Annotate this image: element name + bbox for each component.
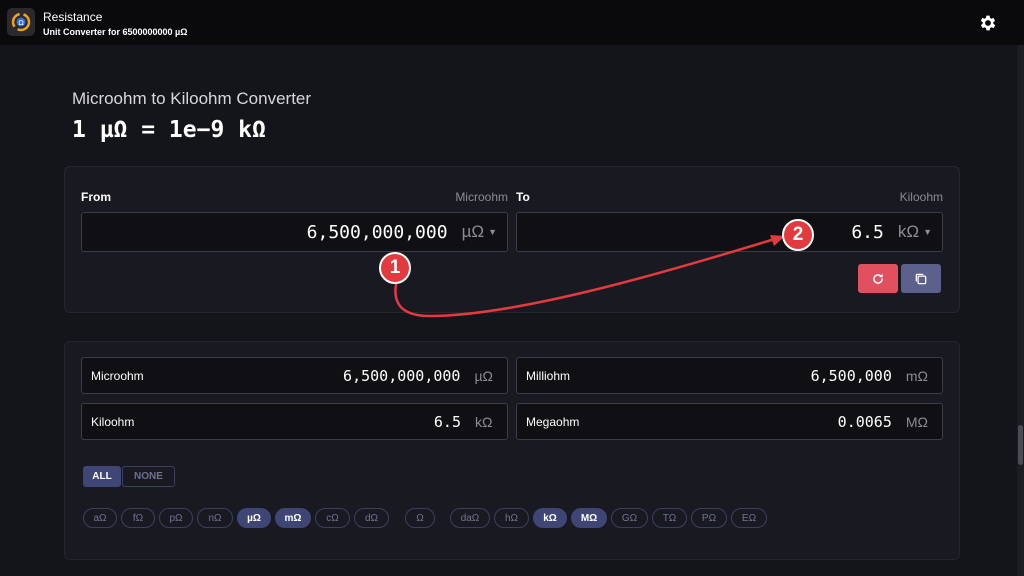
result-name: Microohm — [91, 368, 144, 383]
from-unit-name: Microohm — [455, 190, 508, 204]
result-name: Megaohm — [526, 414, 580, 429]
page-heading: Microohm to Kiloohm Converter — [72, 89, 312, 108]
unit-chip[interactable]: nΩ — [197, 508, 233, 528]
unit-chip[interactable]: dΩ — [354, 508, 389, 528]
unit-chip[interactable]: MΩ — [571, 508, 607, 528]
result-name: Milliohm — [526, 368, 571, 383]
result-row-microohm[interactable]: Microohm 6,500,000,000 µΩ — [81, 357, 508, 394]
app-subtitle: Unit Converter for 6500000000 µΩ — [43, 27, 188, 37]
unit-chip[interactable]: Ω — [405, 508, 435, 528]
annotation-marker-1: 1 — [379, 252, 411, 284]
copy-button[interactable] — [901, 264, 941, 293]
unit-chip[interactable]: EΩ — [731, 508, 767, 528]
unit-chip[interactable]: pΩ — [159, 508, 193, 528]
unit-chip[interactable]: fΩ — [121, 508, 155, 528]
result-row-kiloohm[interactable]: Kiloohm 6.5 kΩ — [81, 403, 508, 440]
result-unit: µΩ — [474, 367, 493, 384]
result-row-milliohm[interactable]: Milliohm 6,500,000 mΩ — [516, 357, 943, 394]
unit-chip[interactable]: µΩ — [237, 508, 271, 528]
to-label: To — [516, 190, 530, 204]
scrollbar[interactable] — [1017, 45, 1024, 576]
from-value[interactable]: 6,500,000,000 — [307, 222, 448, 243]
to-input[interactable]: 6.5 kΩ ▼ — [516, 212, 943, 252]
from-label: From — [81, 190, 111, 204]
reset-icon — [873, 273, 883, 284]
annotation-marker-2: 2 — [782, 219, 814, 251]
resistance-app-icon: Ω — [7, 8, 35, 36]
copy-icon — [915, 273, 927, 284]
result-value: 6.5 — [433, 412, 461, 431]
chevron-down-icon[interactable]: ▼ — [488, 227, 497, 237]
app-title: Resistance — [43, 10, 103, 24]
gear-icon[interactable] — [977, 12, 999, 34]
to-unit-name: Kiloohm — [899, 190, 943, 204]
title-bar: Ω Resistance Unit Converter for 65000000… — [0, 0, 1024, 45]
result-name: Kiloohm — [91, 414, 135, 429]
conversion-equation: 1 µΩ = 1e−9 kΩ — [72, 117, 266, 143]
unit-chip[interactable]: PΩ — [691, 508, 727, 528]
unit-chip[interactable]: daΩ — [450, 508, 490, 528]
result-value: 6,500,000,000 — [343, 366, 461, 385]
scrollbar-thumb[interactable] — [1018, 425, 1023, 465]
svg-text:Ω: Ω — [18, 19, 24, 27]
unit-chip[interactable]: GΩ — [611, 508, 648, 528]
result-unit: mΩ — [905, 367, 928, 384]
unit-chip[interactable]: mΩ — [275, 508, 311, 528]
result-row-megaohm[interactable]: Megaohm 0.0065 MΩ — [516, 403, 943, 440]
result-unit: kΩ — [475, 413, 493, 430]
unit-chip[interactable]: kΩ — [533, 508, 567, 528]
to-value[interactable]: 6.5 — [851, 222, 884, 243]
unit-chip[interactable]: cΩ — [315, 508, 350, 528]
to-unit-select[interactable]: kΩ — [898, 222, 919, 242]
from-unit-select[interactable]: µΩ — [462, 222, 485, 242]
select-none-button[interactable]: NONE — [122, 466, 175, 487]
result-unit: MΩ — [905, 413, 928, 430]
unit-chip[interactable]: TΩ — [652, 508, 687, 528]
unit-chip[interactable]: hΩ — [494, 508, 529, 528]
from-input[interactable]: 6,500,000,000 µΩ ▼ — [81, 212, 508, 252]
unit-filter-chips: aΩ fΩ pΩ nΩ µΩ mΩ cΩ dΩ Ω daΩ hΩ kΩ MΩ G… — [0, 508, 1024, 528]
result-value: 0.0065 — [837, 412, 892, 431]
reset-button[interactable] — [858, 264, 898, 293]
unit-chip[interactable]: aΩ — [83, 508, 117, 528]
chevron-down-icon[interactable]: ▼ — [923, 227, 932, 237]
result-value: 6,500,000 — [810, 366, 892, 385]
select-all-button[interactable]: ALL — [83, 466, 121, 487]
